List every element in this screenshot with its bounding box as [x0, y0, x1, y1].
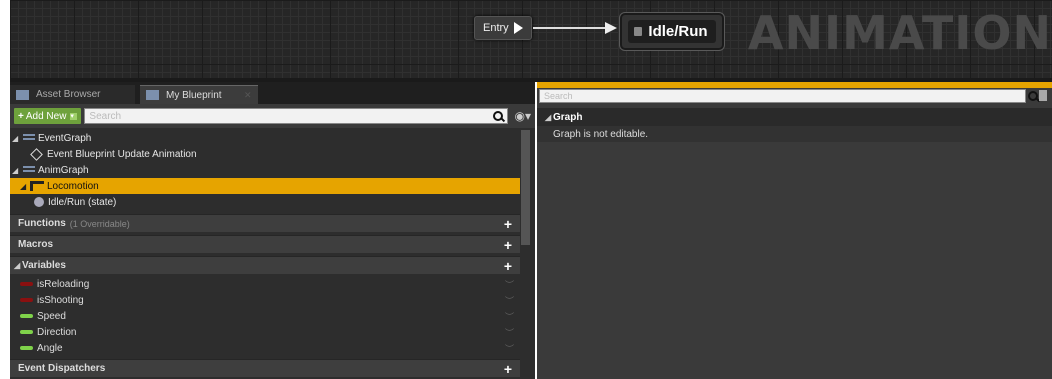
tree-label: Locomotion: [47, 180, 99, 192]
visibility-icon[interactable]: ︶: [505, 342, 514, 355]
add-new-label: Add New: [25, 110, 67, 122]
visibility-icon[interactable]: ︶: [505, 294, 514, 307]
visibility-icon[interactable]: ︶: [505, 278, 514, 291]
tree-item-event-update[interactable]: Event Blueprint Update Animation: [10, 146, 520, 162]
functions-section[interactable]: Functions (1 Overridable) +: [10, 214, 520, 232]
variable-name: Angle: [37, 342, 63, 354]
float-type-icon: [20, 330, 33, 334]
tab-label: Asset Browser: [36, 89, 101, 100]
tree-label: AnimGraph: [38, 164, 89, 176]
tree-item-locomotion[interactable]: ◢ Locomotion: [10, 178, 520, 194]
details-search-input[interactable]: Search: [539, 89, 1026, 103]
close-tab-icon[interactable]: ✕: [244, 91, 252, 100]
graph-category-header[interactable]: ◢ Graph: [537, 108, 1052, 126]
section-label: Functions: [18, 218, 66, 229]
asset-browser-icon: [16, 89, 29, 100]
entry-pin-icon[interactable]: [513, 22, 523, 34]
entry-node[interactable]: Entry: [474, 16, 532, 40]
expand-icon[interactable]: ◢: [12, 166, 20, 175]
event-dispatchers-section[interactable]: Event Dispatchers +: [10, 359, 520, 377]
search-placeholder: Search: [544, 91, 573, 101]
graph-status-message: Graph is not editable.: [537, 126, 1052, 142]
tab-label: My Blueprint: [166, 89, 222, 101]
transition-wire: [533, 27, 609, 29]
graph-tree: ◢ EventGraph Event Blueprint Update Anim…: [10, 130, 520, 210]
state-icon: [634, 27, 643, 36]
search-placeholder: Search: [89, 110, 122, 122]
state-machine-icon: [30, 181, 44, 191]
blueprint-icon: [146, 90, 159, 100]
visibility-icon[interactable]: ︶: [505, 310, 514, 323]
state-node-idle-run[interactable]: Idle/Run: [620, 13, 724, 50]
variable-row[interactable]: isReloading ︶: [10, 276, 520, 292]
event-graph-icon: [23, 133, 35, 143]
entry-label: Entry: [483, 22, 509, 34]
tree-label: Event Blueprint Update Animation: [47, 148, 197, 160]
tab-asset-browser[interactable]: Asset Browser: [10, 85, 135, 104]
tree-scrollbar[interactable]: [521, 130, 530, 245]
event-icon: [30, 147, 43, 161]
add-macro-icon[interactable]: +: [504, 237, 512, 253]
dropdown-icon: ▾: [70, 112, 78, 120]
section-label: Event Dispatchers: [18, 363, 106, 374]
section-sublabel: (1 Overridable): [69, 218, 130, 229]
expand-icon[interactable]: ◢: [14, 261, 22, 270]
expand-icon[interactable]: ◢: [545, 113, 553, 122]
variable-name: isReloading: [37, 278, 90, 290]
variables-section[interactable]: ◢ Variables +: [10, 256, 520, 274]
search-icon: [1028, 91, 1038, 101]
variable-name: Direction: [37, 326, 77, 338]
blueprint-toolbar: + Add New ▾ Search ◉▾: [10, 104, 535, 128]
grid-view-icon[interactable]: [1039, 90, 1047, 101]
section-label: Variables: [22, 260, 66, 271]
section-label: Macros: [18, 239, 54, 250]
expand-icon[interactable]: ◢: [12, 134, 20, 143]
search-icon: [492, 111, 503, 121]
variable-row[interactable]: isShooting ︶: [10, 292, 520, 308]
variable-row[interactable]: Speed ︶: [10, 308, 520, 324]
visibility-icon[interactable]: ︶: [505, 326, 514, 339]
wire-arrow-icon: [605, 22, 617, 34]
variable-name: Speed: [37, 310, 66, 322]
tree-label: EventGraph: [38, 132, 92, 144]
variable-row[interactable]: Angle ︶: [10, 340, 520, 356]
bool-type-icon: [20, 282, 33, 286]
state-node-label: Idle/Run: [648, 23, 708, 40]
bool-type-icon: [20, 298, 33, 302]
float-type-icon: [20, 314, 33, 318]
variable-name: isShooting: [37, 294, 84, 306]
add-new-button[interactable]: + Add New ▾: [14, 108, 82, 124]
tree-label: Idle/Run (state): [48, 196, 117, 208]
state-icon: [34, 197, 44, 207]
blueprint-search-input[interactable]: Search: [84, 108, 508, 124]
graph-watermark: ANIMATION: [747, 6, 1052, 60]
category-label: Graph: [553, 111, 583, 123]
macros-section[interactable]: Macros +: [10, 235, 520, 253]
expand-icon[interactable]: ◢: [20, 182, 28, 191]
variable-row[interactable]: Direction ︶: [10, 324, 520, 340]
panel-tabs: Asset Browser My Blueprint ✕: [10, 82, 535, 104]
add-function-icon[interactable]: +: [504, 216, 512, 232]
tree-item-anim-graph[interactable]: ◢ AnimGraph: [10, 162, 520, 178]
add-dispatcher-icon[interactable]: +: [504, 361, 512, 377]
details-panel: Search ◢ Graph Graph is not editable.: [537, 88, 1052, 379]
float-type-icon: [20, 346, 33, 350]
add-variable-icon[interactable]: +: [504, 258, 512, 274]
tab-my-blueprint[interactable]: My Blueprint ✕: [140, 85, 258, 104]
view-options-icon[interactable]: ◉▾: [515, 109, 532, 123]
anim-graph-icon: [23, 165, 35, 175]
tree-item-event-graph[interactable]: ◢ EventGraph: [10, 130, 520, 146]
my-blueprint-panel: Asset Browser My Blueprint ✕ + Add New ▾…: [10, 82, 535, 379]
plus-icon: +: [18, 110, 24, 122]
tree-item-idle-run-state[interactable]: Idle/Run (state): [10, 194, 520, 210]
